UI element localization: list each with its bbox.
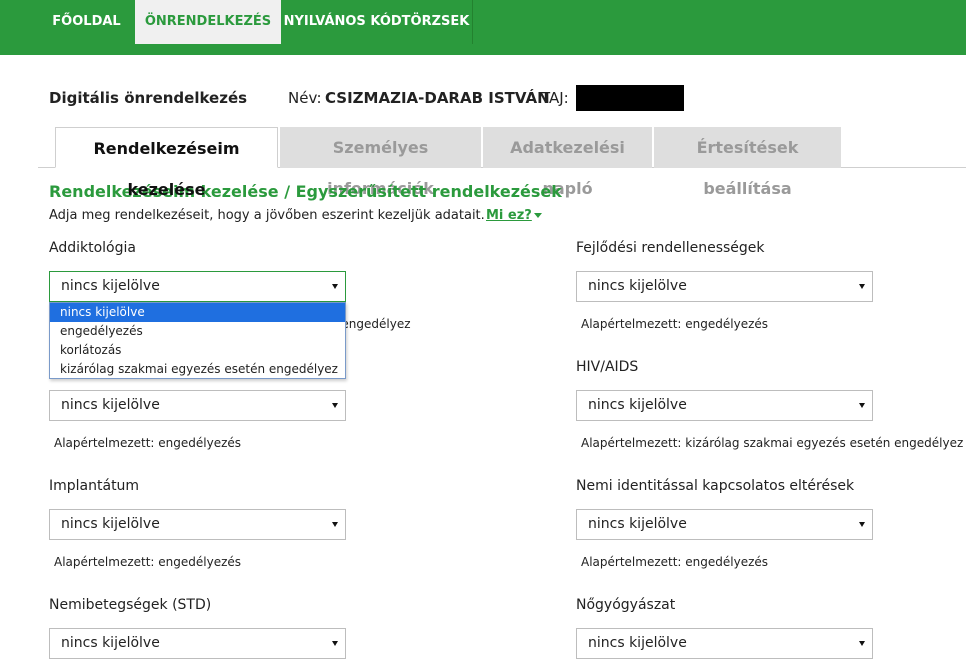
field-label-gynecology: Nőgyógyászat — [576, 597, 676, 613]
name-label: Név: — [288, 89, 322, 107]
select-gynecology[interactable]: nincs kijelölve — [576, 628, 873, 659]
dropdown-option[interactable]: nincs kijelölve — [50, 303, 345, 322]
name-value: CSIZMAZIA-DARAB ISTVÁN — [325, 89, 550, 107]
select-value: nincs kijelölve — [588, 278, 687, 294]
dropdown-arrow-icon — [332, 284, 338, 289]
default-note-hidden-category: Alapértelmezett: engedélyezés — [54, 436, 242, 450]
dropdown-option[interactable]: engedélyezés — [50, 322, 345, 341]
dropdown-arrow-icon — [332, 403, 338, 408]
select-value: nincs kijelölve — [588, 397, 687, 413]
select-addiction[interactable]: nincs kijelölve — [49, 271, 346, 302]
field-label-implant: Implantátum — [49, 478, 140, 494]
field-label-hiv-aids: HIV/AIDS — [576, 359, 639, 375]
top-navigation: FŐOLDAL ÖNRENDELKEZÉS NYILVÁNOS KÓDTÖRZS… — [0, 0, 966, 55]
field-label-addiction: Addiktológia — [49, 240, 136, 256]
field-label-gender-identity: Nemi identitással kapcsolatos eltérések — [576, 478, 855, 494]
select-hiv-aids[interactable]: nincs kijelölve — [576, 390, 873, 421]
nav-tab-public-code-registry[interactable]: NYILVÁNOS KÓDTÖRZSEK — [281, 0, 473, 44]
dropdown-option[interactable]: korlátozás — [50, 341, 345, 360]
page-title: Digitális önrendelkezés — [49, 89, 248, 107]
field-label-std: Nemibetegségek (STD) — [49, 597, 212, 613]
default-note-implant: Alapértelmezett: engedélyezés — [54, 555, 242, 569]
dropdown-option[interactable]: kizárólag szakmai egyezés esetén engedél… — [50, 360, 345, 379]
taj-value-redacted — [576, 85, 684, 111]
tab-manage-provisions[interactable]: Rendelkezéseim kezelése — [55, 127, 278, 199]
select-value: nincs kijelölve — [61, 397, 160, 413]
select-value: nincs kijelölve — [61, 516, 160, 532]
select-developmental-anomalies[interactable]: nincs kijelölve — [576, 271, 873, 302]
default-note-gender-identity: Alapértelmezett: engedélyezés — [581, 555, 769, 569]
default-note-developmental-anomalies: Alapértelmezett: engedélyezés — [581, 317, 769, 331]
field-label-developmental-anomalies: Fejlődési rendellenességek — [576, 240, 765, 256]
section-heading: Rendelkezéseim kezelése / Egyszerűsített… — [49, 182, 562, 201]
section-description: Adja meg rendelkezéseit, hogy a jövőben … — [49, 208, 485, 223]
dropdown-arrow-icon — [859, 641, 865, 646]
nav-tab-self-determination[interactable]: ÖNRENDELKEZÉS — [135, 0, 281, 44]
select-value: nincs kijelölve — [61, 635, 160, 651]
dropdown-arrow-icon — [859, 403, 865, 408]
tab-personal-information[interactable]: Személyes információk — [280, 127, 481, 198]
select-hidden-category[interactable]: nincs kijelölve — [49, 390, 346, 421]
nav-tab-home[interactable]: FŐOLDAL — [38, 0, 135, 44]
help-link-label: Mi ez? — [486, 208, 532, 223]
select-value: nincs kijelölve — [588, 516, 687, 532]
dropdown-arrow-icon — [332, 522, 338, 527]
select-value: nincs kijelölve — [588, 635, 687, 651]
default-note-hiv-aids: Alapértelmezett: kizárólag szakmai egyez… — [581, 436, 964, 450]
dropdown-arrow-icon — [332, 641, 338, 646]
tab-data-processing-log[interactable]: Adatkezelési napló — [483, 127, 652, 198]
caret-down-icon — [533, 213, 542, 218]
help-link[interactable]: Mi ez? — [486, 208, 542, 223]
taj-label: TAJ: — [541, 89, 569, 107]
dropdown-arrow-icon — [859, 284, 865, 289]
dropdown-arrow-icon — [859, 522, 865, 527]
select-implant[interactable]: nincs kijelölve — [49, 509, 346, 540]
tab-notification-settings[interactable]: Értesítések beállítása — [654, 127, 841, 198]
addiction-dropdown-list: nincs kijelölve engedélyezés korlátozás … — [49, 302, 346, 379]
select-gender-identity[interactable]: nincs kijelölve — [576, 509, 873, 540]
select-std[interactable]: nincs kijelölve — [49, 628, 346, 659]
select-value: nincs kijelölve — [61, 278, 160, 294]
